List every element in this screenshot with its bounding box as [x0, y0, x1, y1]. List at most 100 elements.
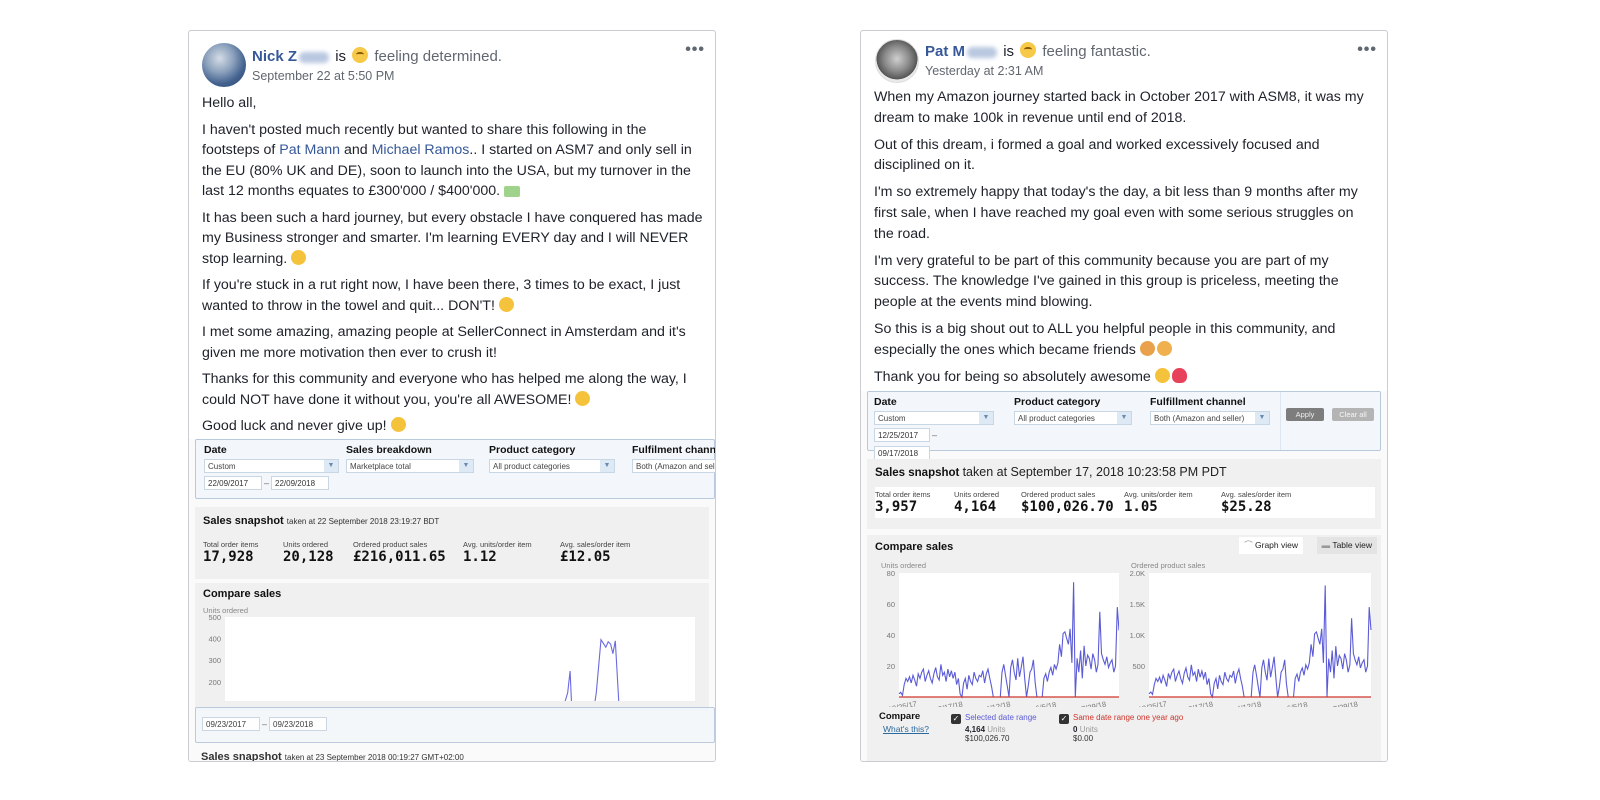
date-to-input[interactable]: 09/23/2018: [269, 717, 328, 731]
metric-label: Avg. sales/order item: [560, 540, 631, 549]
clear-all-button[interactable]: Clear all: [1332, 408, 1374, 421]
paragraph: So this is a big shout out to ALL you he…: [874, 319, 1375, 361]
legend-units-suffix: Units: [987, 725, 1006, 734]
date-range-separator: –: [932, 430, 938, 440]
text: If you're stuck in a rut right now, I ha…: [202, 277, 681, 314]
sales-snapshot: Sales snapshot taken at 22 September 201…: [195, 507, 709, 579]
chevron-down-icon: ▼: [1117, 412, 1131, 424]
feeling-text: feeling fantastic.: [1042, 43, 1151, 60]
snapshot-timestamp: taken at 22 September 2018 23:19:27 BDT: [286, 517, 440, 526]
avatar[interactable]: [202, 43, 246, 87]
date-select[interactable]: Custom ▼: [874, 411, 994, 425]
sales-report-screenshot: Date Custom ▼ 12/25/2017 –09/17/2018 Produ…: [861, 391, 1387, 761]
money-icon: [504, 186, 521, 197]
metric: Total order items 17,928: [203, 540, 283, 565]
second-snapshot-title: Sales snapshot taken at 23 September 201…: [201, 751, 464, 761]
date-filter: Date Custom ▼ 12/25/2017 –09/17/2018: [874, 396, 994, 461]
date-to-input[interactable]: 22/09/2018: [271, 476, 330, 490]
metric-value: 1.05: [1124, 499, 1158, 515]
text: Thank you for being so absolutely awesom…: [874, 368, 1155, 385]
y-tick-label: 500: [208, 613, 221, 622]
y-tick-label: 20: [887, 662, 895, 671]
post-timestamp[interactable]: September 22 at 5:50 PM: [252, 69, 394, 83]
y-tick-label: 60: [887, 600, 895, 609]
table-view-tab[interactable]: ▬ Table view: [1316, 537, 1377, 554]
whats-this-link[interactable]: What's this?: [883, 724, 929, 734]
y-tick-label: 200: [208, 678, 221, 687]
x-tick-label: 6/5/18: [1035, 700, 1057, 707]
category-label: Product category: [1014, 396, 1101, 408]
graph-view-tab[interactable]: ⌒ Graph view: [1239, 537, 1303, 554]
channel-select[interactable]: Both (Amazon and seller) ▼: [1150, 411, 1270, 425]
metric: Avg. units/order item 1.12: [463, 540, 560, 565]
divider: [1280, 392, 1281, 450]
category-select-value: All product categories: [1018, 414, 1095, 423]
metric-value: 3,957: [875, 499, 918, 515]
date-from-input[interactable]: 09/23/2017: [202, 717, 260, 731]
metric: Avg. units/order item 1.05: [1124, 490, 1221, 515]
x-tick-label: 4/12/18: [1236, 700, 1262, 707]
metric-value: 4,164: [954, 499, 997, 515]
date-from-input[interactable]: 22/09/2017: [204, 476, 262, 490]
sales-report-screenshot: Date Custom ▼ 22/09/2017–22/09/2018 Sales…: [189, 439, 715, 761]
paragraph: When my Amazon journey started back in O…: [874, 89, 1364, 126]
metric: Units ordered 20,128: [283, 540, 353, 565]
category-select-value: All product categories: [493, 462, 570, 471]
breakdown-select[interactable]: Marketplace total ▼: [346, 459, 474, 473]
y-tick-label: 1.5K: [1130, 600, 1145, 609]
category-select[interactable]: All product categories ▼: [489, 459, 615, 473]
text: So this is a big shout out to ALL you he…: [874, 320, 1336, 358]
channel-label: Fulfilment channel: [632, 444, 716, 456]
author-name[interactable]: Pat M: [925, 43, 965, 60]
couple-with-heart-icon: [1139, 340, 1155, 356]
metric-label: Units ordered: [283, 540, 329, 549]
graph-view-label: Graph view: [1255, 540, 1298, 550]
date-to-input[interactable]: 09/17/2018: [874, 446, 930, 460]
chevron-down-icon: ▼: [324, 460, 338, 472]
legend-sales: $0.00: [1073, 734, 1094, 743]
date-filter: Date Custom ▼ 22/09/2017–22/09/2018: [204, 444, 339, 491]
metric-value: $100,026.70: [1021, 499, 1114, 515]
post-body: When my Amazon journey started back in O…: [861, 87, 1387, 387]
paragraph: If you're stuck in a rut right now, I ha…: [202, 275, 703, 316]
x-tick-label: 2/17/18: [937, 700, 963, 707]
paragraph: I haven't posted much recently but wante…: [202, 120, 703, 202]
fist-bump-icon: [498, 296, 514, 312]
date-from-input[interactable]: 12/25/2017: [874, 428, 930, 442]
mention-link[interactable]: Michael Ramos: [372, 142, 470, 158]
channel-filter: Fulfilment channel Both (Amazon and sell…: [632, 444, 716, 473]
ordered-product-sales-chart: 2.0K 1.5K 1.0K 500 12/25/17 2/17/18 4/12/18 6/5…: [1130, 569, 1372, 707]
post-timestamp[interactable]: Yesterday at 2:31 AM: [925, 64, 1043, 78]
channel-select[interactable]: Both (Amazon and seller): [632, 459, 715, 473]
table-view-label: Table view: [1332, 540, 1372, 550]
more-options-icon[interactable]: •••: [685, 41, 705, 59]
metric: Avg. sales/order item £12.05: [560, 540, 660, 565]
x-tick-label: 4/12/18: [985, 700, 1011, 707]
date-select-value: Custom: [208, 462, 236, 471]
checkbox-checked-icon[interactable]: ✓: [951, 714, 961, 724]
date-select[interactable]: Custom ▼: [204, 459, 339, 473]
mention-link[interactable]: Pat Mann: [279, 142, 340, 158]
apply-button[interactable]: Apply: [1286, 408, 1324, 421]
blurred-name: [299, 51, 330, 63]
snapshot-heading: Sales snapshot: [203, 515, 284, 527]
checkbox-checked-icon[interactable]: ✓: [1059, 714, 1069, 724]
category-select[interactable]: All product categories ▼: [1014, 411, 1132, 425]
legend-units: 4,164: [965, 725, 986, 734]
post-author-line: Nick Z is feeling determined.: [252, 47, 502, 65]
more-options-icon[interactable]: •••: [1357, 41, 1377, 59]
author-name[interactable]: Nick Z: [252, 48, 297, 65]
filter-bar: Date Custom ▼ 12/25/2017 –09/17/2018 Produ…: [867, 391, 1381, 460]
chevron-down-icon: ▼: [1255, 412, 1269, 424]
avatar[interactable]: [875, 39, 919, 83]
x-tick-label: 7/29/18: [1332, 700, 1358, 707]
date-label: Date: [204, 444, 227, 456]
post-card-right: Pat M is feeling fantastic. Yesterday at…: [860, 30, 1388, 762]
filter-bar: Date Custom ▼ 22/09/2017–22/09/2018 Sales…: [195, 439, 715, 499]
paragraph: Out of this dream, i formed a goal and w…: [874, 136, 1320, 174]
category-filter: Product category All product categories ▼: [489, 444, 615, 473]
channel-label: Fulfillment channel: [1150, 396, 1246, 408]
channel-select-value: Both (Amazon and seller): [636, 462, 715, 471]
blurred-name: [967, 46, 998, 58]
snapshot-heading: Sales snapshot: [875, 467, 960, 479]
